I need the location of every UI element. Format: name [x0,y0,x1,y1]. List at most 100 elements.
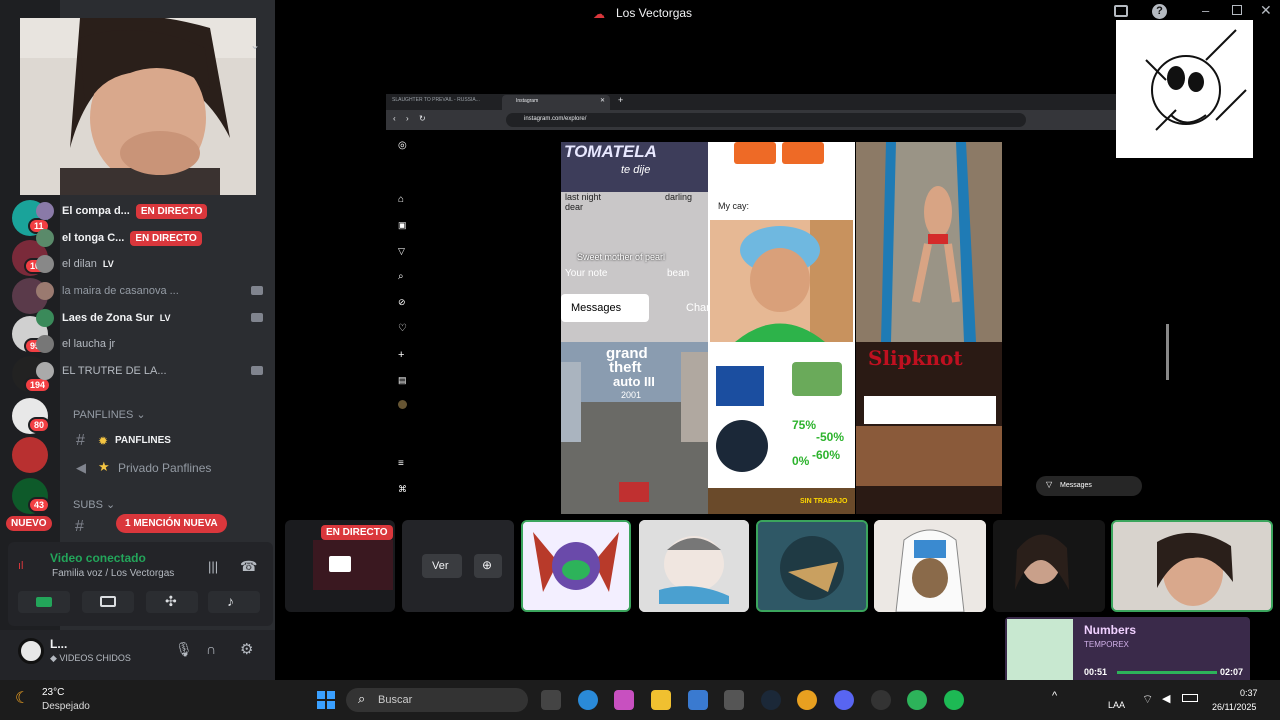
member-row[interactable]: el dilan LV [36,253,266,275]
messages-button[interactable]: Messages [561,294,649,322]
reels-icon[interactable]: ▣ [398,220,407,231]
edge-icon[interactable] [578,690,598,710]
explore-post[interactable] [856,142,1002,342]
compass-icon[interactable]: ⊘ [398,297,406,308]
menu-icon[interactable]: ≡ [398,458,404,469]
wifi-icon[interactable]: ⌔ [1142,692,1153,707]
stream-tile[interactable]: EN DIRECTO [285,520,395,612]
chrome-icon[interactable] [907,690,927,710]
drawing-avatar [1116,20,1253,158]
explore-post[interactable]: grand theft auto III 2001 [561,342,708,514]
member-row[interactable]: el tonga C... EN DIRECTO [36,227,266,249]
channel-privado-panflines[interactable]: ◀ ★ Privado Panflines [60,458,275,478]
gear-icon[interactable]: ⚙ [240,640,253,658]
app-icon[interactable] [724,690,744,710]
minimize-icon[interactable]: – [1202,3,1209,18]
explore-post[interactable]: 75% -50% 0% -60% SIN TRABAJO [708,342,855,514]
taskbar-search[interactable]: ⌕ Buscar [346,688,528,712]
weather-temp[interactable]: 23°C [42,687,64,698]
gta-text: 2001 [621,390,641,400]
scrollbar[interactable] [1166,324,1169,380]
participant-tile[interactable] [521,520,631,612]
channel-label: Privado Panflines [118,461,212,475]
send-icon[interactable]: ▽ [398,246,405,257]
browser-tab[interactable]: SLAUGHTER TO PREVAIL - RUSSIA... [392,97,480,103]
now-playing-widget[interactable]: Numbers TEMPOREX 00:51 02:07 [1005,617,1250,685]
address-bar[interactable]: instagram.com/explore/ [506,113,1026,127]
explore-post[interactable]: Slipknot [856,342,1002,514]
avatar[interactable] [18,638,44,664]
member-row[interactable]: la maira de casanova ... [36,280,266,302]
disconnect-icon[interactable]: ☎ [240,558,257,575]
dashboard-icon[interactable]: ▤ [398,375,407,386]
clock-time[interactable]: 0:37 [1240,688,1258,698]
member-row[interactable]: EL TRUTRE DE LA... [36,360,266,382]
app-icon[interactable] [871,690,891,710]
threads-icon[interactable]: ⌘ [398,484,407,495]
messages-pill[interactable]: ▽ Messages [1036,476,1142,496]
new-tab-icon[interactable]: + [618,95,623,105]
profile-icon[interactable] [398,400,407,409]
store-icon[interactable] [688,690,708,710]
explore-post[interactable]: TOMATELA te dije last night dear darling… [561,142,708,342]
maximize-icon[interactable] [1232,5,1242,15]
category-subs[interactable]: SUBS ⌄ [73,498,115,511]
category-panflines[interactable]: PANFLINES ⌄ [73,408,146,421]
noise-icon[interactable]: ||| [208,559,218,574]
battery-icon[interactable] [1182,694,1198,702]
stream-tile[interactable]: Ver ⊕ [402,520,514,612]
volume-icon[interactable]: ◀ [1162,692,1170,705]
explore-post[interactable]: My cay: [708,142,855,342]
progress-bar[interactable] [1117,671,1217,674]
home-icon[interactable]: ⌂ [398,194,404,205]
heart-icon[interactable]: ♡ [398,323,407,334]
member-tag: LV [159,313,171,323]
steam-icon[interactable] [761,690,781,710]
close-icon[interactable]: ✕ [600,97,605,104]
copilot-icon[interactable] [614,690,634,710]
close-icon[interactable]: ✕ [1260,2,1272,19]
server-icon[interactable] [12,437,48,473]
windows-start-icon[interactable] [317,691,335,709]
participant-tile[interactable] [639,520,749,612]
channel-panflines[interactable]: # ✹ PANFLINES [60,432,275,452]
spotify-icon[interactable] [944,690,964,710]
mention-badge[interactable]: 1 MENCIÓN NUEVA [116,514,227,533]
participant-tile[interactable] [993,520,1105,612]
inbox-icon[interactable] [1114,5,1128,17]
soundboard-button[interactable]: ♪ [208,591,260,613]
task-view-icon[interactable] [541,690,561,710]
mic-icon[interactable]: 🎙 [175,641,193,658]
share-screen-button[interactable] [82,591,134,613]
folder-icon[interactable] [651,690,671,710]
member-row[interactable]: el laucha jr [36,333,266,355]
participant-tile[interactable] [1111,520,1273,612]
headphones-icon[interactable]: ∩ [206,641,216,657]
chrome-icon[interactable] [797,690,817,710]
participant-tile[interactable] [874,520,986,612]
voice-subtitle[interactable]: Familia voz / Los Vectorgas [52,568,174,579]
create-icon[interactable]: + [398,349,404,361]
search-icon[interactable]: ⌕ [398,271,404,282]
member-row[interactable]: Laes de Zona Sur LV [36,307,266,329]
participant-tile[interactable] [756,520,868,612]
stream-preview [313,540,393,590]
popout-button[interactable]: ⊕ [474,554,502,578]
reload-icon[interactable]: ↻ [419,114,426,123]
chevron-down-icon[interactable]: ⌄ [250,38,260,52]
clock-date[interactable]: 26/11/2025 [1212,702,1256,712]
back-icon[interactable]: ‹ [393,114,396,123]
badge: 43 [28,497,51,513]
forward-icon[interactable]: › [406,114,409,123]
chevron-up-icon[interactable]: ^ [1052,690,1057,702]
avatar-art [523,522,629,610]
instagram-icon[interactable]: ◎ [398,140,407,151]
camera-button[interactable] [18,591,70,613]
discord-icon[interactable] [834,690,854,710]
watch-button[interactable]: Ver [422,554,462,578]
member-row[interactable]: El compa d... EN DIRECTO [36,200,266,222]
help-icon[interactable]: ? [1152,4,1167,19]
language-indicator[interactable]: LAA [1108,700,1125,710]
browser-tab-active[interactable]: Instagram ✕ [502,95,610,110]
activities-button[interactable]: ✣ [146,591,198,613]
